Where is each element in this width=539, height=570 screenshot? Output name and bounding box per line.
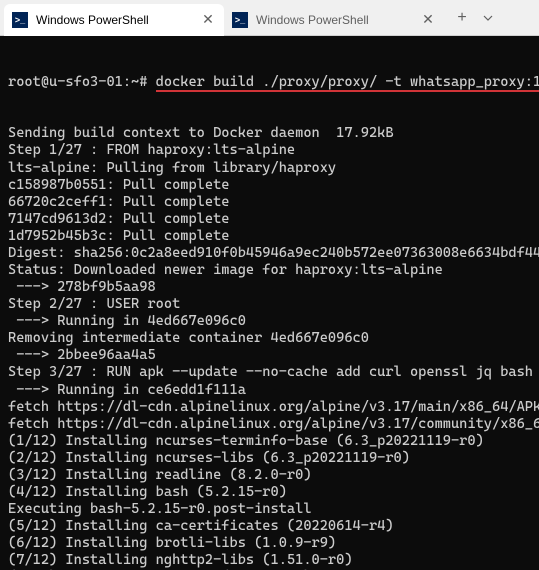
terminal-line: (2/12) Installing ncurses-libs (6.3_p202… [8, 450, 531, 467]
terminal-output[interactable]: root@u-sfo3-01:~# docker build ./proxy/p… [0, 36, 539, 570]
terminal-line: (7/12) Installing nghttp2-libs (1.51.0-r… [8, 552, 531, 569]
tab-title: Windows PowerShell [256, 13, 420, 27]
terminal-line: fetch https://dl-cdn.alpinelinux.org/alp… [8, 416, 531, 433]
powershell-icon: >_ [12, 12, 28, 28]
terminal-line: ---> Running in ce6edd1f111a [8, 382, 531, 399]
terminal-prompt-line: root@u-sfo3-01:~# docker build ./proxy/p… [8, 74, 531, 91]
close-icon[interactable]: ✕ [420, 12, 436, 28]
tab-powershell-2[interactable]: >_ Windows PowerShell ✕ [224, 4, 444, 36]
terminal-line: Status: Downloaded newer image for hapro… [8, 262, 531, 279]
tab-title: Windows PowerShell [36, 13, 200, 27]
terminal-line: (5/12) Installing ca-certificates (20220… [8, 518, 531, 535]
terminal-line: fetch https://dl-cdn.alpinelinux.org/alp… [8, 399, 531, 416]
close-icon[interactable]: ✕ [200, 12, 216, 28]
terminal-command: docker build ./proxy/proxy/ -t whatsapp_… [156, 74, 539, 92]
terminal-line: (1/12) Installing ncurses-terminfo-base … [8, 433, 531, 450]
terminal-lines: Sending build context to Docker daemon 1… [8, 125, 531, 570]
terminal-line: Removing intermediate container 4ed667e0… [8, 330, 531, 347]
tab-bar: >_ Windows PowerShell ✕ >_ Windows Power… [0, 0, 539, 36]
terminal-line: (6/12) Installing brotli-libs (1.0.9-r9) [8, 535, 531, 552]
tab-dropdown-button[interactable] [478, 4, 498, 32]
terminal-line: 7147cd9613d2: Pull complete [8, 211, 531, 228]
terminal-line: Digest: sha256:0c2a8eed910f0b45946a9ec24… [8, 245, 531, 262]
terminal-line: (3/12) Installing readline (8.2.0-r0) [8, 467, 531, 484]
new-tab-button[interactable]: + [448, 4, 476, 32]
terminal-line: Sending build context to Docker daemon 1… [8, 125, 531, 142]
terminal-line: lts-alpine: Pulling from library/haproxy [8, 160, 531, 177]
terminal-line: Step 2/27 : USER root [8, 296, 531, 313]
terminal-line: ---> 278bf9b5aa98 [8, 279, 531, 296]
terminal-line: Step 3/27 : RUN apk --update --no-cache … [8, 364, 531, 381]
terminal-line: ---> Running in 4ed667e096c0 [8, 313, 531, 330]
tab-powershell-1[interactable]: >_ Windows PowerShell ✕ [4, 4, 224, 36]
terminal-line: 66720c2ceff1: Pull complete [8, 194, 531, 211]
terminal-prompt: root@u-sfo3-01:~# [8, 74, 156, 90]
terminal-line: Executing bash-5.2.15-r0.post-install [8, 501, 531, 518]
terminal-line: 1d7952b45b3c: Pull complete [8, 228, 531, 245]
terminal-line: ---> 2bbee96aa4a5 [8, 347, 531, 364]
terminal-line: (4/12) Installing bash (5.2.15-r0) [8, 484, 531, 501]
terminal-line: Step 1/27 : FROM haproxy:lts-alpine [8, 142, 531, 159]
powershell-icon: >_ [232, 12, 248, 28]
chevron-down-icon [483, 15, 493, 21]
terminal-line: c158987b0551: Pull complete [8, 177, 531, 194]
